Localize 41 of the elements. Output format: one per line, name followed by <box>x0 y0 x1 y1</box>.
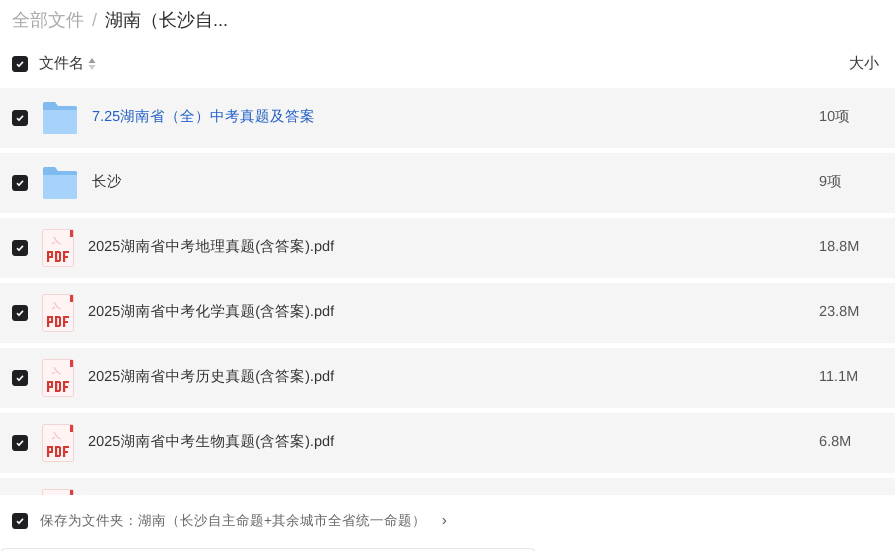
pdf-file-icon <box>42 229 74 267</box>
file-name[interactable]: 2025湖南省中考地理真题(含答案).pdf <box>88 237 334 259</box>
check-icon <box>15 59 25 69</box>
checkbox[interactable] <box>12 370 28 386</box>
chevron-icon[interactable]: › <box>442 510 447 532</box>
column-header[interactable]: 文件名 <box>39 52 84 76</box>
checkbox[interactable] <box>12 56 28 72</box>
pdf-file-icon <box>42 424 74 462</box>
column-header: 大小 <box>849 54 879 74</box>
file-size: 10项 <box>819 108 852 128</box>
check-icon <box>15 243 25 253</box>
checkbox[interactable] <box>12 305 28 321</box>
folder-icon <box>42 101 78 135</box>
file-size: 18.8M <box>819 238 860 258</box>
file-size: 9项 <box>819 173 844 192</box>
save-as-folder-label[interactable]: 保存为文件夹：湖南（长沙自主命题+其余城市全省统一命题） <box>40 510 426 532</box>
check-icon <box>15 308 25 318</box>
check-icon <box>15 178 25 188</box>
breadcrumb-item: 湖南（长沙自... <box>105 8 228 32</box>
checkbox[interactable] <box>12 175 28 191</box>
checkbox[interactable] <box>12 435 28 451</box>
file-name[interactable]: 2025湖南省中考化学真题(含答案).pdf <box>88 302 334 324</box>
pdf-file-icon <box>42 359 74 397</box>
checkbox[interactable] <box>12 110 28 126</box>
file-name[interactable]: 长沙 <box>92 172 122 194</box>
sort-icon[interactable] <box>88 57 96 71</box>
file-name[interactable]: 7.25湖南省（全）中考真题及答案 <box>92 107 316 129</box>
file-name[interactable]: 2025湖南省中考生物真题(含答案).pdf <box>88 432 334 454</box>
check-icon <box>15 438 25 448</box>
folder-icon <box>42 166 78 200</box>
check-icon <box>15 516 25 526</box>
file-size: 11.1M <box>819 368 860 388</box>
pdf-file-icon <box>42 294 74 332</box>
checkbox[interactable] <box>12 240 28 256</box>
breadcrumb-separator: / <box>92 8 98 32</box>
file-name[interactable]: 2025湖南省中考历史真题(含答案).pdf <box>88 367 334 389</box>
check-icon <box>15 113 25 123</box>
file-size: 6.8M <box>819 433 852 452</box>
file-size: 23.8M <box>819 303 860 322</box>
check-icon <box>15 373 25 383</box>
checkbox[interactable] <box>12 513 28 529</box>
